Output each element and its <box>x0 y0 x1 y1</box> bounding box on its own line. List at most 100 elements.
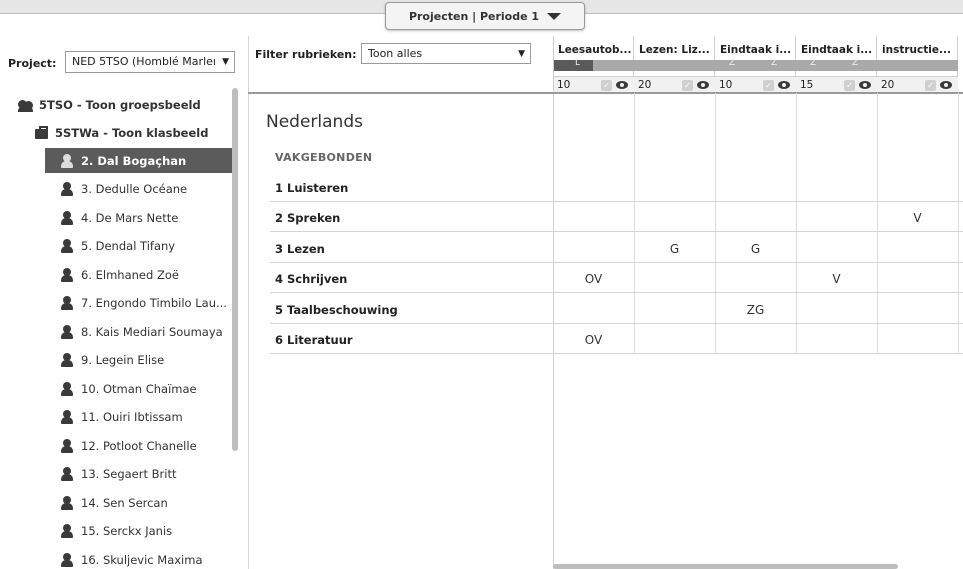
column-badge: L <box>575 58 581 68</box>
grade-cell[interactable]: G <box>634 242 715 256</box>
rubric-row: 2 Spreken V <box>270 202 963 233</box>
rubric-row: 5 Taalbeschouwing ZG <box>270 294 963 324</box>
filter-label: Filter rubrieken: <box>255 48 357 61</box>
student-name: 14. Sen Sercan <box>81 495 168 510</box>
student-item[interactable]: 13. Segaert Britt <box>45 462 232 487</box>
grid-line <box>634 93 635 355</box>
student-item[interactable]: 14. Sen Sercan <box>45 490 232 515</box>
student-name: 12. Potloot Chanelle <box>81 438 197 453</box>
person-icon <box>60 381 74 396</box>
column-band <box>715 60 796 71</box>
check-icon[interactable]: ✓ <box>844 80 855 91</box>
column-band <box>634 60 715 71</box>
eye-icon[interactable] <box>616 81 628 89</box>
section-title: VAKGEBONDEN <box>275 151 373 164</box>
grade-cell[interactable]: OV <box>553 333 634 347</box>
column-badge: Z <box>729 58 736 68</box>
person-icon <box>60 467 74 481</box>
person-icon <box>60 239 74 253</box>
filter-select[interactable]: Toon alles ▼ <box>361 43 531 64</box>
period-tab-button[interactable]: Projecten | Periode 1 <box>385 2 585 30</box>
project-label: Project: <box>8 57 57 70</box>
rubric-row: 4 Schrijven OV V <box>270 263 963 294</box>
eye-icon[interactable] <box>859 81 871 89</box>
column-header[interactable]: instructie... 20 ✓ <box>877 36 958 93</box>
rubric-label: 4 Schrijven <box>275 272 348 287</box>
eye-icon[interactable] <box>940 81 952 89</box>
check-icon[interactable]: ✓ <box>925 80 936 91</box>
check-icon[interactable]: ✓ <box>682 80 693 91</box>
rubric-label: 3 Lezen <box>275 241 325 256</box>
grid-line <box>715 93 716 355</box>
person-icon <box>60 210 74 225</box>
rubric-label: 5 Taalbeschouwing <box>275 302 398 317</box>
check-icon[interactable]: ✓ <box>763 80 774 91</box>
tree-scrollbar[interactable] <box>232 88 238 451</box>
chevron-down-icon: ▼ <box>516 49 525 59</box>
column-badge: Z <box>852 58 859 68</box>
tree-group-row[interactable]: 5TSO - Toon groepsbeeld <box>18 92 201 117</box>
tree-class-row[interactable]: 5STWa - Toon klasbeeld <box>34 120 208 145</box>
student-item[interactable]: 16. Skuljevic Maxima <box>45 547 232 569</box>
column-title[interactable]: instructie... <box>882 44 958 56</box>
chevron-down-icon: ▼ <box>220 57 229 67</box>
column-band <box>877 60 958 71</box>
column-header[interactable]: Leesautob... 10 ✓ L <box>553 36 634 93</box>
eye-icon[interactable] <box>697 81 709 89</box>
column-title[interactable]: Eindtaak i... <box>720 44 796 56</box>
column-title[interactable]: Lezen: Liz... <box>639 44 715 56</box>
student-item[interactable]: 2. Dal Bogaçhan <box>45 148 232 173</box>
student-name: 5. Dendal Tifany <box>81 239 176 253</box>
column-badge: Z <box>810 58 817 68</box>
student-item[interactable]: 8. Kais Mediari Soumaya <box>45 319 232 344</box>
rubric-row: 6 Literatuur OV <box>270 324 963 354</box>
person-icon <box>60 495 74 510</box>
column-header[interactable]: Lezen: Liz... 20 ✓ <box>634 36 715 93</box>
column-band <box>796 60 877 71</box>
check-icon[interactable]: ✓ <box>601 80 612 91</box>
column-band-active <box>553 60 593 71</box>
tree-class-label: 5STWa - Toon klasbeeld <box>55 125 209 140</box>
student-item[interactable]: 3. Dedulle Océane <box>45 177 232 202</box>
person-icon <box>60 153 74 168</box>
column-header[interactable]: Eindtaak i... 10 ✓ Z Z <box>715 36 796 93</box>
column-footer: 15 ✓ <box>796 76 877 93</box>
header-divider <box>248 92 963 94</box>
rubric-label: 6 Literatuur <box>275 333 353 347</box>
student-name: 7. Engondo Timbilo Lau... <box>81 296 227 310</box>
student-name: 9. Legein Elise <box>81 353 165 367</box>
student-name: 8. Kais Mediari Soumaya <box>81 324 223 339</box>
grade-cell[interactable]: V <box>877 211 958 225</box>
column-title[interactable]: Eindtaak i... <box>801 44 877 56</box>
grade-cell[interactable]: G <box>715 242 796 256</box>
column-weight: 20 <box>638 79 652 91</box>
grade-cell[interactable]: V <box>796 272 877 286</box>
column-header[interactable]: Eindtaak i... 15 ✓ Z Z <box>796 36 877 93</box>
student-item[interactable]: 10. Otman Chaïmae <box>45 376 232 401</box>
eye-icon[interactable] <box>778 81 790 89</box>
student-item[interactable]: 12. Potloot Chanelle <box>45 433 232 458</box>
group-icon <box>18 98 33 112</box>
person-icon <box>60 438 74 453</box>
column-title[interactable]: Leesautob... <box>558 44 634 56</box>
student-item[interactable]: 5. Dendal Tifany <box>45 234 232 259</box>
student-item[interactable]: 7. Engondo Timbilo Lau... <box>45 291 232 316</box>
student-item[interactable]: 11. Ouiri Ibtissam <box>45 405 232 430</box>
column-weight: 10 <box>719 79 733 91</box>
project-select[interactable]: NED 5TSO (Homblé Marleı ▼ <box>65 51 235 73</box>
student-item[interactable]: 9. Legein Elise <box>45 348 232 373</box>
student-name: 11. Ouiri Ibtissam <box>81 410 183 424</box>
person-icon <box>60 267 74 282</box>
student-item[interactable]: 6. Elmhaned Zoë <box>45 262 232 287</box>
grade-cell[interactable]: ZG <box>715 303 796 317</box>
column-footer: 20 ✓ <box>634 76 715 93</box>
grade-cell[interactable]: OV <box>553 272 634 286</box>
rubric-row: 3 Lezen G G <box>270 233 963 263</box>
horizontal-scrollbar[interactable] <box>553 564 898 569</box>
column-badge: Z <box>771 58 778 68</box>
student-item[interactable]: 4. De Mars Nette <box>45 205 232 230</box>
caret-down-icon <box>547 13 562 20</box>
grid-line <box>877 93 878 355</box>
student-item[interactable]: 15. Serckx Janis <box>45 519 232 544</box>
person-icon <box>60 410 74 424</box>
